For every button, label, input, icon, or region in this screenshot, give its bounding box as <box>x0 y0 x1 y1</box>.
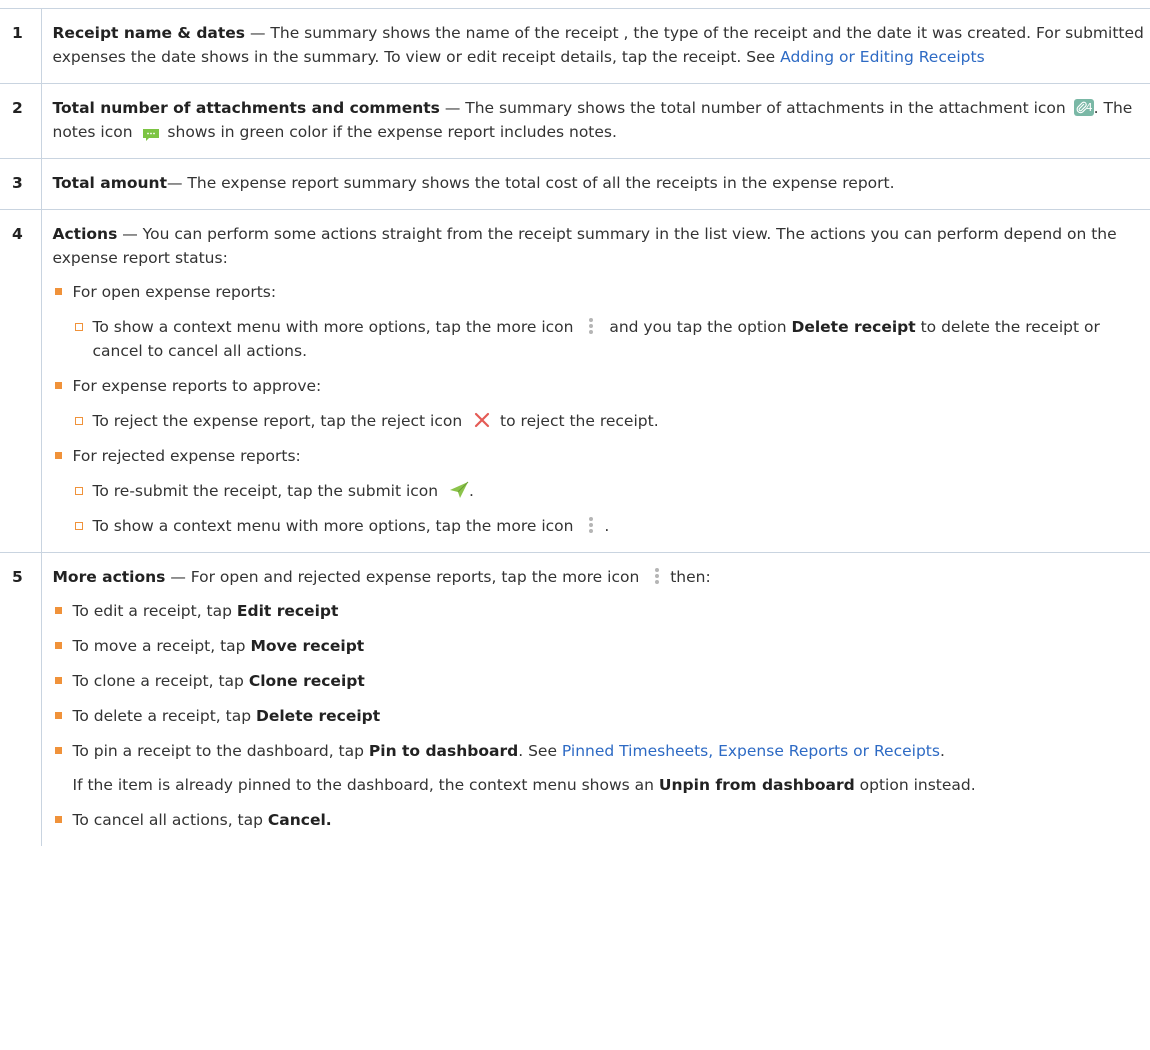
bullet-icon <box>54 712 62 719</box>
sub-item-text: To reject the expense report, tap the re… <box>92 412 468 430</box>
sub-item-text: . <box>604 517 610 535</box>
note-bold: Unpin from dashboard <box>658 776 855 794</box>
adding-editing-receipts-link[interactable]: Adding or Editing Receipts <box>780 48 985 66</box>
list-item: For expense reports to approve: To rejec… <box>53 374 1145 433</box>
list-item-label: For rejected expense reports: <box>72 447 301 465</box>
list-item-bold: Delete receipt <box>255 707 381 725</box>
list-item-text: To clone a receipt, tap <box>72 672 249 690</box>
row-description: Total amount— The expense report summary… <box>41 158 1150 210</box>
reject-icon <box>473 411 491 429</box>
sub-list-item: To reject the expense report, tap the re… <box>73 409 1145 433</box>
row-text: — The summary shows the total number of … <box>439 99 1071 117</box>
pinned-items-link[interactable]: Pinned Timesheets, Expense Reports or Re… <box>562 742 940 760</box>
row-text: — For open and rejected expense reports,… <box>165 568 645 586</box>
sub-item-text: to reject the receipt. <box>495 412 659 430</box>
sub-list-item: To show a context menu with more options… <box>73 514 1145 538</box>
list-item-bold: Pin to dashboard <box>368 742 519 760</box>
row-title: Receipt name & dates <box>52 24 246 42</box>
list-item: To move a receipt, tap Move receipt <box>53 634 1145 658</box>
row-number: 5 <box>0 552 42 846</box>
row-number: 2 <box>0 83 42 159</box>
bullet-icon <box>54 607 62 614</box>
reference-table: 1 Receipt name & dates — The summary sho… <box>0 8 1150 846</box>
list-item-bold: Cancel. <box>267 811 332 829</box>
sub-list: To re-submit the receipt, tap the submit… <box>73 479 1145 538</box>
row-description: Actions — You can perform some actions s… <box>41 209 1150 553</box>
sub-bullet-icon <box>74 487 83 495</box>
list-item: To delete a receipt, tap Delete receipt <box>53 704 1145 728</box>
sub-list-item: To show a context menu with more options… <box>73 315 1145 363</box>
sub-bullet-icon <box>74 323 83 331</box>
more-actions-list: To edit a receipt, tap Edit receipt To m… <box>53 599 1145 832</box>
sub-list: To reject the expense report, tap the re… <box>73 409 1145 433</box>
attachment-count: 4 <box>1085 100 1093 114</box>
actions-list: For open expense reports: To show a cont… <box>53 280 1145 538</box>
list-item-bold: Edit receipt <box>236 602 339 620</box>
list-item: To clone a receipt, tap Clone receipt <box>53 669 1145 693</box>
bullet-icon <box>54 747 62 754</box>
row-number: 4 <box>0 209 42 553</box>
list-item-text: To delete a receipt, tap <box>72 707 256 725</box>
bullet-icon <box>54 677 62 684</box>
row-description: More actions — For open and rejected exp… <box>41 553 1150 847</box>
submit-icon <box>449 481 469 499</box>
list-item: For rejected expense reports: To re-subm… <box>53 444 1145 538</box>
sub-bullet-icon <box>74 522 83 530</box>
list-item: To cancel all actions, tap Cancel. <box>53 808 1145 832</box>
sub-item-text: . <box>469 482 474 500</box>
sub-list: To show a context menu with more options… <box>73 315 1145 363</box>
sub-item-text: To re-submit the receipt, tap the submit… <box>92 482 444 500</box>
row-title: Total number of attachments and comments <box>52 99 440 117</box>
note-text: If the item is already pinned to the das… <box>72 776 659 794</box>
row-description: Receipt name & dates — The summary shows… <box>41 8 1150 84</box>
bullet-icon <box>54 642 62 649</box>
table-row: 3 Total amount— The expense report summa… <box>0 158 1150 210</box>
sub-bullet-icon <box>74 417 83 425</box>
row-text: — You can perform some actions straight … <box>52 225 1117 267</box>
row-number: 3 <box>0 158 42 210</box>
list-item-text: . <box>939 742 945 760</box>
row-description: Total number of attachments and comments… <box>41 83 1150 159</box>
row-number: 1 <box>0 8 42 84</box>
table-row: 5 More actions — For open and rejected e… <box>0 552 1150 847</box>
row-title: Actions <box>52 225 118 243</box>
more-icon <box>586 315 596 337</box>
bullet-icon <box>54 816 62 823</box>
list-item-label: For open expense reports: <box>72 283 277 301</box>
list-item: To pin a receipt to the dashboard, tap P… <box>53 739 1145 797</box>
sub-item-text: To show a context menu with more options… <box>92 318 579 336</box>
table-row: 1 Receipt name & dates — The summary sho… <box>0 8 1150 84</box>
list-item-text: To edit a receipt, tap <box>72 602 237 620</box>
row-text: — The expense report summary shows the t… <box>166 174 895 192</box>
table-row: 2 Total number of attachments and commen… <box>0 83 1150 159</box>
list-item: To edit a receipt, tap Edit receipt <box>53 599 1145 623</box>
more-icon <box>652 565 662 587</box>
sub-list-item: To re-submit the receipt, tap the submit… <box>73 479 1145 503</box>
list-item-text: To cancel all actions, tap <box>72 811 268 829</box>
list-item-text: To pin a receipt to the dashboard, tap <box>72 742 369 760</box>
bullet-icon <box>54 382 62 389</box>
bullet-icon <box>54 288 62 295</box>
sub-item-text: To show a context menu with more options… <box>92 517 579 535</box>
sub-item-bold: Delete receipt <box>791 318 916 336</box>
list-item-bold: Move receipt <box>250 637 365 655</box>
bullet-icon <box>54 452 62 459</box>
list-item-label: For expense reports to approve: <box>72 377 322 395</box>
row-title: More actions <box>52 568 166 586</box>
list-item-text: To move a receipt, tap <box>72 637 251 655</box>
more-icon <box>586 514 596 536</box>
list-item-text: . See <box>518 742 562 760</box>
sub-item-text: and you tap the option <box>604 318 792 336</box>
row-text: shows in green color if the expense repo… <box>162 123 617 141</box>
list-item: For open expense reports: To show a cont… <box>53 280 1145 363</box>
row-text: then: <box>670 568 711 586</box>
notes-icon <box>142 125 160 141</box>
row-title: Total amount <box>52 174 167 192</box>
list-item-bold: Clone receipt <box>248 672 365 690</box>
attachment-icon: 4 <box>1073 98 1094 116</box>
note-text: option instead. <box>854 776 976 794</box>
table-row: 4 Actions — You can perform some actions… <box>0 209 1150 553</box>
pin-note: If the item is already pinned to the das… <box>73 773 1145 797</box>
